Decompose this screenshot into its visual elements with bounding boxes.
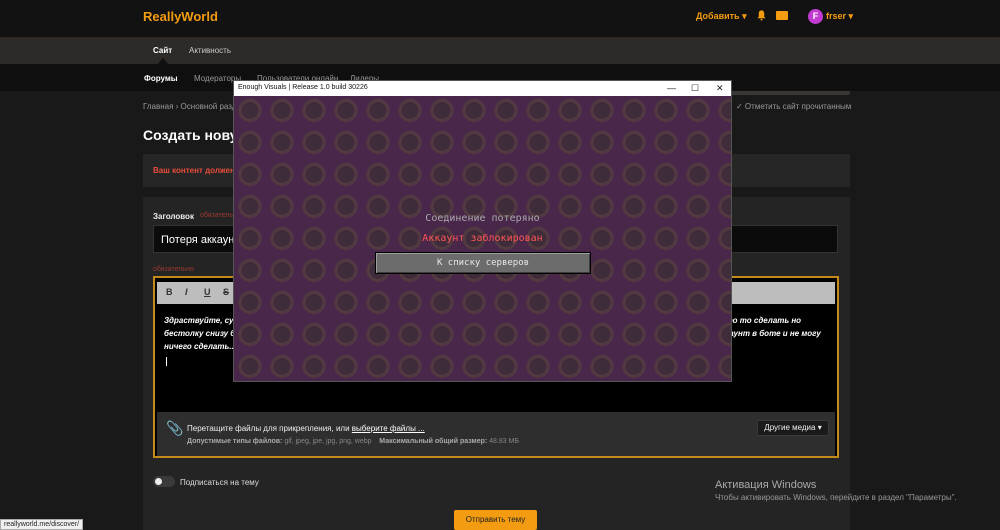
avatar[interactable]: F: [808, 9, 823, 24]
attach-meta: Допустимые типы файлов: gif, jpeg, jpe, …: [187, 438, 520, 445]
subscribe-label: Подписаться на тему: [180, 478, 259, 487]
underline-button[interactable]: U: [204, 287, 211, 297]
mail-icon[interactable]: [776, 11, 788, 20]
site-logo[interactable]: ReallyWorld: [143, 9, 218, 24]
other-media-button[interactable]: Другие медиа ▾: [757, 420, 829, 436]
top-bar: ReallyWorld Добавить ▾ F frser ▾: [0, 0, 1000, 37]
bold-button[interactable]: B: [166, 287, 173, 297]
italic-button[interactable]: I: [185, 287, 188, 297]
toggle-knob: [155, 478, 162, 485]
game-titlebar[interactable]: Enough Visuals | Release 1.0 build 30226…: [234, 81, 731, 96]
account-banned-text: Аккаунт заблокирован: [422, 233, 543, 244]
minimize-icon[interactable]: —: [667, 83, 676, 93]
editor-body-text: Здраствуйте, сут бестолку снизу бу ничег…: [164, 316, 241, 351]
status-url: reallyworld.me/discover/: [0, 519, 84, 530]
tab-site[interactable]: Сайт: [153, 46, 172, 55]
maximize-icon[interactable]: ☐: [691, 83, 699, 94]
strike-button[interactable]: S: [223, 287, 229, 297]
windows-activation-subtitle: Чтобы активировать Windows, перейдите в …: [715, 493, 957, 502]
server-list-button[interactable]: К списку серверов: [375, 252, 591, 274]
close-icon[interactable]: ✕: [716, 83, 724, 94]
text-cursor: [166, 357, 167, 366]
attach-instructions: Перетащите файлы для прикрепления, или в…: [187, 424, 425, 433]
main-nav: Сайт Активность Поиск...: [0, 37, 1000, 95]
subnav-forums[interactable]: Форумы: [144, 74, 178, 83]
attachment-area[interactable]: 📎 Перетащите файлы для прикрепления, или…: [157, 412, 835, 456]
add-button[interactable]: Добавить ▾: [696, 11, 747, 22]
breadcrumb[interactable]: Главная › Основной разд: [143, 102, 236, 111]
windows-activation-title: Активация Windows: [715, 479, 817, 491]
editor-body-text-right: что то сделать но ккаунт в боте и не мог…: [721, 316, 821, 338]
game-window[interactable]: Enough Visuals | Release 1.0 build 30226…: [233, 80, 732, 382]
connection-lost-text: Соединение потеряно: [425, 213, 540, 224]
bell-icon[interactable]: [756, 9, 767, 21]
tab-activity[interactable]: Активность: [189, 46, 231, 55]
required-hint-body: обязательно: [153, 266, 194, 273]
username-menu[interactable]: frser ▾: [826, 11, 853, 22]
paperclip-icon: 📎: [166, 420, 184, 436]
game-window-title: Enough Visuals | Release 1.0 build 30226: [238, 84, 368, 91]
submit-thread-button[interactable]: Отправить тему: [454, 510, 537, 530]
choose-files-link[interactable]: выберите файлы ...: [352, 424, 425, 433]
title-label: Заголовок: [153, 212, 194, 221]
subscribe-toggle[interactable]: [153, 476, 175, 487]
mark-read-link[interactable]: ✓ Отметить сайт прочитанным: [736, 102, 851, 111]
alert-text: Ваш контент должен: [153, 166, 235, 175]
